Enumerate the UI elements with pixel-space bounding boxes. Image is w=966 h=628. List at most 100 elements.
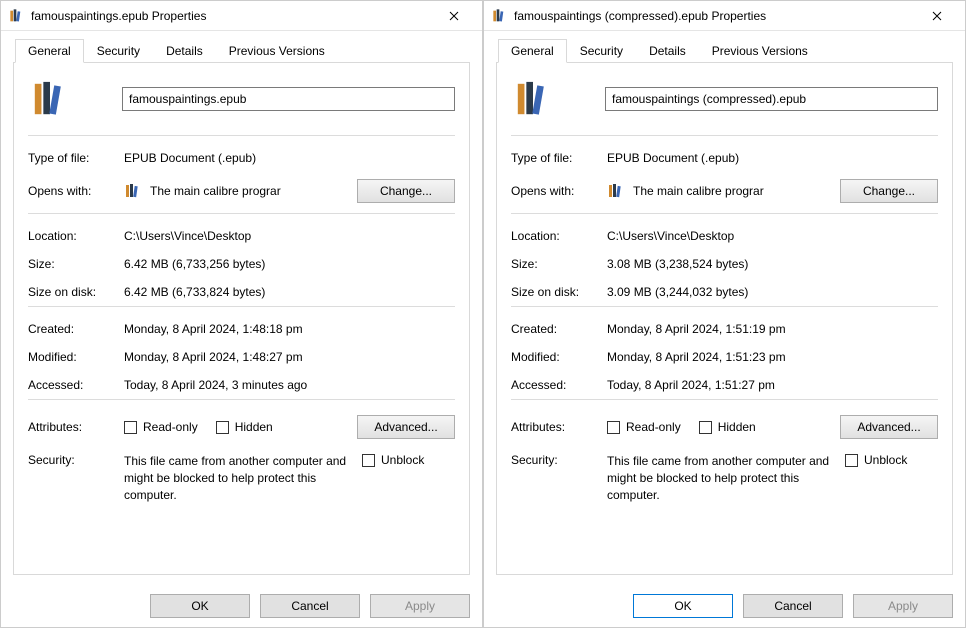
label-size-on-disk: Size on disk:: [511, 285, 607, 299]
readonly-checkbox[interactable]: [607, 421, 620, 434]
tab-details[interactable]: Details: [636, 39, 699, 62]
change-button[interactable]: Change...: [357, 179, 455, 203]
hidden-label: Hidden: [718, 420, 756, 434]
tab-previous-versions[interactable]: Previous Versions: [216, 39, 338, 62]
value-security: This file came from another computer and…: [124, 453, 354, 503]
value-location: C:\Users\Vince\Desktop: [607, 229, 938, 243]
label-modified: Modified:: [28, 350, 124, 364]
ok-button[interactable]: OK: [633, 594, 733, 618]
value-location: C:\Users\Vince\Desktop: [124, 229, 455, 243]
unblock-checkbox-wrap[interactable]: Unblock: [362, 453, 424, 467]
label-modified: Modified:: [511, 350, 607, 364]
value-size: 3.08 MB (3,238,524 bytes): [607, 257, 938, 271]
label-accessed: Accessed:: [511, 378, 607, 392]
tab-previous-versions[interactable]: Previous Versions: [699, 39, 821, 62]
readonly-label: Read-only: [143, 420, 198, 434]
window-title: famouspaintings.epub Properties: [31, 9, 434, 23]
titlebar[interactable]: famouspaintings.epub Properties: [1, 1, 482, 31]
label-location: Location:: [511, 229, 607, 243]
dialog-body: General Security Details Previous Versio…: [1, 31, 482, 585]
advanced-button[interactable]: Advanced...: [840, 415, 938, 439]
apply-button[interactable]: Apply: [853, 594, 953, 618]
value-created: Monday, 8 April 2024, 1:51:19 pm: [607, 322, 938, 336]
app-icon: [124, 182, 142, 200]
value-size-on-disk: 3.09 MB (3,244,032 bytes): [607, 285, 938, 299]
cancel-button[interactable]: Cancel: [743, 594, 843, 618]
file-type-icon: [28, 77, 72, 121]
tab-general[interactable]: General: [15, 39, 84, 63]
cancel-button[interactable]: Cancel: [260, 594, 360, 618]
close-icon: [932, 11, 942, 21]
advanced-button[interactable]: Advanced...: [357, 415, 455, 439]
hidden-checkbox-wrap[interactable]: Hidden: [216, 420, 273, 434]
label-attributes: Attributes:: [511, 420, 607, 434]
titlebar[interactable]: famouspaintings (compressed).epub Proper…: [484, 1, 965, 31]
books-icon: [9, 8, 25, 24]
value-opens-with: The main calibre prograr: [150, 184, 357, 198]
label-type-of-file: Type of file:: [511, 151, 607, 165]
file-type-icon: [511, 77, 555, 121]
hidden-checkbox[interactable]: [216, 421, 229, 434]
books-icon: [492, 8, 508, 24]
tab-general[interactable]: General: [498, 39, 567, 63]
label-opens-with: Opens with:: [28, 184, 124, 198]
readonly-checkbox[interactable]: [124, 421, 137, 434]
value-created: Monday, 8 April 2024, 1:48:18 pm: [124, 322, 455, 336]
tab-security[interactable]: Security: [84, 39, 153, 62]
value-security: This file came from another computer and…: [607, 453, 837, 503]
unblock-label: Unblock: [381, 453, 424, 467]
label-type-of-file: Type of file:: [28, 151, 124, 165]
tabs: General Security Details Previous Versio…: [13, 39, 470, 62]
value-modified: Monday, 8 April 2024, 1:48:27 pm: [124, 350, 455, 364]
properties-dialog-left: famouspaintings.epub Properties General …: [0, 0, 483, 628]
tab-details[interactable]: Details: [153, 39, 216, 62]
label-accessed: Accessed:: [28, 378, 124, 392]
ok-button[interactable]: OK: [150, 594, 250, 618]
label-created: Created:: [511, 322, 607, 336]
apply-button[interactable]: Apply: [370, 594, 470, 618]
readonly-checkbox-wrap[interactable]: Read-only: [124, 420, 198, 434]
tab-panel-general: Type of file:EPUB Document (.epub) Opens…: [13, 62, 470, 575]
tabs: General Security Details Previous Versio…: [496, 39, 953, 62]
dialog-buttons: OK Cancel Apply: [484, 585, 965, 627]
properties-dialog-right: famouspaintings (compressed).epub Proper…: [483, 0, 966, 628]
value-accessed: Today, 8 April 2024, 1:51:27 pm: [607, 378, 938, 392]
dialog-body: General Security Details Previous Versio…: [484, 31, 965, 585]
hidden-checkbox[interactable]: [699, 421, 712, 434]
value-modified: Monday, 8 April 2024, 1:51:23 pm: [607, 350, 938, 364]
change-button[interactable]: Change...: [840, 179, 938, 203]
unblock-checkbox-wrap[interactable]: Unblock: [845, 453, 907, 467]
value-type-of-file: EPUB Document (.epub): [124, 151, 455, 165]
readonly-checkbox-wrap[interactable]: Read-only: [607, 420, 681, 434]
close-button[interactable]: [434, 2, 474, 30]
readonly-label: Read-only: [626, 420, 681, 434]
filename-input[interactable]: [122, 87, 455, 111]
label-created: Created:: [28, 322, 124, 336]
close-icon: [449, 11, 459, 21]
app-icon: [607, 182, 625, 200]
hidden-checkbox-wrap[interactable]: Hidden: [699, 420, 756, 434]
unblock-label: Unblock: [864, 453, 907, 467]
label-attributes: Attributes:: [28, 420, 124, 434]
filename-input[interactable]: [605, 87, 938, 111]
label-size: Size:: [511, 257, 607, 271]
label-size: Size:: [28, 257, 124, 271]
label-size-on-disk: Size on disk:: [28, 285, 124, 299]
label-location: Location:: [28, 229, 124, 243]
window-title: famouspaintings (compressed).epub Proper…: [514, 9, 917, 23]
unblock-checkbox[interactable]: [362, 454, 375, 467]
unblock-checkbox[interactable]: [845, 454, 858, 467]
dialog-buttons: OK Cancel Apply: [1, 585, 482, 627]
value-opens-with: The main calibre prograr: [633, 184, 840, 198]
value-type-of-file: EPUB Document (.epub): [607, 151, 938, 165]
tab-panel-general: Type of file:EPUB Document (.epub) Opens…: [496, 62, 953, 575]
value-accessed: Today, 8 April 2024, 3 minutes ago: [124, 378, 455, 392]
label-security: Security:: [511, 453, 607, 467]
label-opens-with: Opens with:: [511, 184, 607, 198]
hidden-label: Hidden: [235, 420, 273, 434]
tab-security[interactable]: Security: [567, 39, 636, 62]
value-size: 6.42 MB (6,733,256 bytes): [124, 257, 455, 271]
value-size-on-disk: 6.42 MB (6,733,824 bytes): [124, 285, 455, 299]
label-security: Security:: [28, 453, 124, 467]
close-button[interactable]: [917, 2, 957, 30]
